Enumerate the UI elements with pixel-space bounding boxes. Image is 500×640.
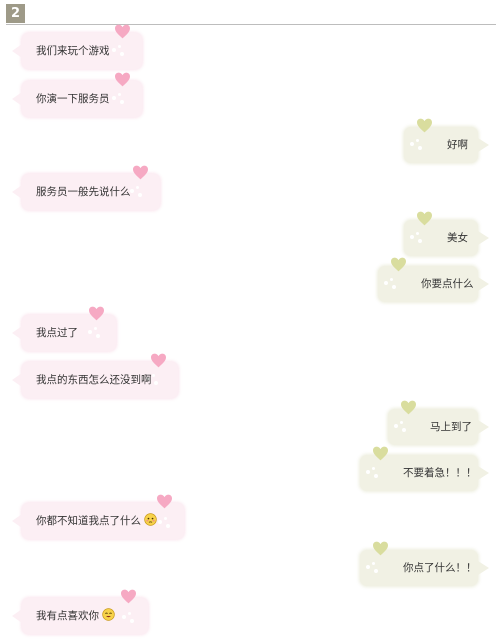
sparkle-dots <box>366 562 380 574</box>
bubble-tail <box>12 326 22 340</box>
bubble-tail <box>12 44 22 58</box>
sparkle-dots <box>158 517 172 529</box>
message-bubble-left: 服务员一般先说什么 <box>12 165 160 210</box>
bubble-tail <box>478 466 489 480</box>
message-text: 好啊 <box>447 139 468 151</box>
smiling-face-icon <box>102 608 115 621</box>
message-text: 我点的东西怎么还没到啊 <box>36 374 152 386</box>
message-bubble-left: 我有点喜欢你 <box>12 589 148 634</box>
message-text: 我们来玩个游戏 <box>36 45 110 57</box>
sparkle-dots <box>366 467 380 479</box>
bubble-tail <box>478 420 489 434</box>
sparkle-dots <box>410 232 424 244</box>
message-bubble-left: 我点的东西怎么还没到啊 <box>12 353 178 398</box>
message-bubble-right: 你要点什么 <box>378 257 489 302</box>
message-text: 你点了什么！！ <box>403 562 477 574</box>
page-header: 2 <box>0 0 500 26</box>
message-text: 马上到了 <box>430 421 472 433</box>
heart-icon <box>133 165 148 180</box>
message-bubble-right: 你点了什么！！ <box>360 541 489 586</box>
message-text: 你演一下服务员 <box>36 93 110 105</box>
message-bubble-left: 我点过了 <box>12 306 116 351</box>
message-text: 你要点什么 <box>421 278 474 290</box>
sparkle-dots <box>112 45 126 57</box>
sparkle-dots <box>384 278 398 290</box>
bubble-tail <box>12 609 22 623</box>
bubble-tail <box>478 231 489 245</box>
header-divider <box>6 24 496 25</box>
heart-icon <box>417 211 432 226</box>
bubble-tail <box>478 561 489 575</box>
heart-icon <box>151 353 166 368</box>
message-text: 不要着急！！！ <box>403 467 477 479</box>
message-text: 我有点喜欢你 <box>36 610 99 622</box>
bubble-tail <box>478 277 489 291</box>
heart-icon <box>121 589 136 604</box>
message-bubble-right: 不要着急！！！ <box>360 446 489 491</box>
bubble-tail <box>12 92 22 106</box>
message-text: 美女 <box>447 232 468 244</box>
heart-icon <box>391 257 406 272</box>
sparkle-dots <box>130 186 144 198</box>
page-number-badge: 2 <box>6 4 25 23</box>
heart-icon <box>89 306 104 321</box>
message-text: 我点过了 <box>36 327 78 339</box>
heart-icon <box>417 118 432 133</box>
message-bubble-right: 美女 <box>404 211 489 256</box>
heart-icon <box>373 541 388 556</box>
message-text: 你都不知道我点了什么 <box>36 515 141 527</box>
message-bubble-right: 马上到了 <box>388 400 489 445</box>
bubble-tail <box>12 514 22 528</box>
message-bubble-left: 你都不知道我点了什么 <box>12 494 184 539</box>
bubble-tail <box>478 138 489 152</box>
sparkle-dots <box>394 421 408 433</box>
embarrassed-face-icon <box>144 513 157 526</box>
message-bubble-right: 好啊 <box>404 118 489 163</box>
sparkle-dots <box>112 93 126 105</box>
message-bubble-left: 你演一下服务员 <box>12 72 142 117</box>
heart-icon <box>401 400 416 415</box>
bubble-tail <box>12 373 22 387</box>
bubble-tail <box>12 185 22 199</box>
sparkle-dots <box>122 612 136 624</box>
heart-icon <box>115 72 130 87</box>
message-text: 服务员一般先说什么 <box>36 186 131 198</box>
heart-icon <box>115 24 130 39</box>
sparkle-dots <box>410 139 424 151</box>
heart-icon <box>157 494 172 509</box>
heart-icon <box>373 446 388 461</box>
sparkle-dots <box>88 327 102 339</box>
message-bubble-left: 我们来玩个游戏 <box>12 24 142 69</box>
